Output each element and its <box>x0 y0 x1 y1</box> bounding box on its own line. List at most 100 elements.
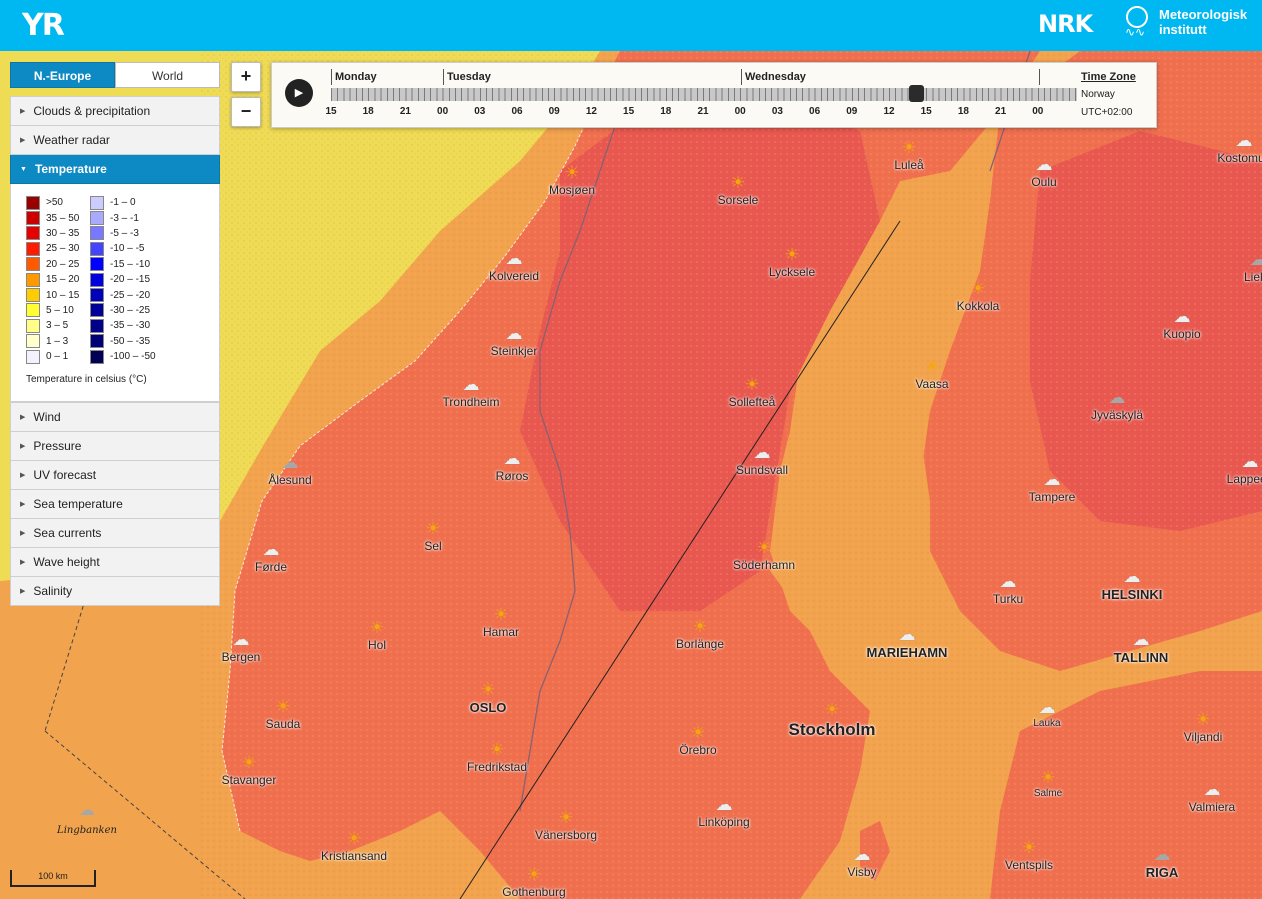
menu-item-weather-radar[interactable]: ▶ Weather radar <box>10 126 220 155</box>
place-marker[interactable]: ☀ Stockholm <box>789 700 876 740</box>
place-marker[interactable]: ☀ Hol <box>368 618 386 652</box>
place-marker[interactable]: ☀ Gothenburg <box>502 865 565 899</box>
tab-n-europe[interactable]: N.-Europe <box>10 62 115 88</box>
place-marker[interactable]: ☀ Sauda <box>266 697 301 731</box>
temperature-legend: >50 35 – 50 30 – 35 25 – 30 20 – 25 15 – 20 10… <box>10 184 220 402</box>
place-marker[interactable]: ☁ Førde <box>255 540 287 574</box>
legend-row: 3 – 5 <box>26 318 79 333</box>
chevron-right-icon: ▶ <box>20 558 26 566</box>
yr-logo[interactable]: YR <box>22 8 65 43</box>
place-marker[interactable]: ☁ Valmiera <box>1189 780 1235 814</box>
place-marker[interactable]: ☁ Sundsvall <box>736 443 788 477</box>
nrk-logo[interactable]: NRK <box>1038 10 1093 38</box>
menu-item-sea-currents[interactable]: ▶ Sea currents <box>10 519 220 548</box>
place-marker[interactable]: ☁ Kolvereid <box>489 249 539 283</box>
place-name: Vänersborg <box>534 828 598 842</box>
place-marker[interactable]: ☀ Stavanger <box>222 753 277 787</box>
place-marker[interactable]: ☁ HELSINKI <box>1102 567 1163 602</box>
place-marker[interactable]: ☀ Borlänge <box>676 617 724 651</box>
place-marker[interactable]: ☁ TALLINN <box>1114 630 1169 665</box>
place-marker[interactable]: ☀ Fredrikstad <box>467 740 527 774</box>
place-name: Sollefteå <box>728 395 776 409</box>
place-marker[interactable]: ☀ Örebro <box>679 723 716 757</box>
menu-item-clouds[interactable]: ▶ Clouds & precipitation <box>10 96 220 126</box>
play-button[interactable]: ▶ <box>285 79 313 107</box>
legend-row: -100 – -50 <box>90 349 156 364</box>
sun-icon: ☀ <box>275 697 291 716</box>
hour-label: 18 <box>660 106 672 117</box>
region-tabs: N.-Europe World <box>10 62 220 88</box>
time-slider-handle[interactable] <box>909 85 924 102</box>
time-slider-track[interactable] <box>331 88 1077 101</box>
met-institute-logo[interactable]: Meteorologisk institutt <box>1159 7 1247 37</box>
place-marker[interactable]: ☀ OSLO <box>470 680 507 715</box>
place-marker[interactable]: ☀ Vänersborg <box>535 808 597 842</box>
place-marker[interactable]: ☀ Ventspils <box>1005 838 1053 872</box>
legend-label: 35 – 50 <box>46 212 80 224</box>
place-marker[interactable]: ☀ Kristiansand <box>321 829 387 863</box>
menu-item-temperature[interactable]: ▼ Temperature <box>10 155 220 184</box>
zoom-in-button[interactable]: + <box>231 62 261 92</box>
place-marker[interactable]: ☁ Turku <box>993 572 1023 606</box>
menu-item-uv-forecast[interactable]: ▶ UV forecast <box>10 461 220 490</box>
place-name: Lauka <box>1033 718 1061 729</box>
place-marker[interactable]: ☁ Linköping <box>698 795 749 829</box>
place-marker[interactable]: ☁ Røros <box>496 449 529 483</box>
place-marker[interactable]: ☀ Sollefteå <box>729 375 776 409</box>
legend-row: -25 – -20 <box>90 287 156 303</box>
dark-cloud-icon: ☁ <box>1249 250 1262 269</box>
menu-item-wave-height[interactable]: ▶ Wave height <box>10 548 220 577</box>
hour-label: 21 <box>399 106 411 117</box>
place-marker[interactable]: ☁ Trondheim <box>443 375 500 409</box>
menu-item-pressure[interactable]: ▶ Pressure <box>10 432 220 461</box>
legend-label: -5 – -3 <box>110 227 139 239</box>
legend-label: -1 – 0 <box>110 197 136 209</box>
legend-swatch <box>26 288 40 303</box>
place-marker[interactable]: ☁Lieks <box>1244 250 1262 284</box>
place-name: Sauda <box>265 717 301 731</box>
sun-icon: ☀ <box>346 829 362 848</box>
place-marker[interactable]: ☀ Mosjøen <box>549 163 595 197</box>
place-marker[interactable]: ☁ MARIEHAMN <box>867 625 948 660</box>
place-marker[interactable]: ☁ RIGA <box>1146 845 1179 880</box>
day-label-monday: Monday <box>335 71 377 83</box>
place-marker[interactable]: ☀ Sel <box>424 519 441 553</box>
menu-item-wind[interactable]: ▶ Wind <box>10 402 220 432</box>
place-marker[interactable]: ☁Kostomuk <box>1217 131 1262 165</box>
place-marker[interactable]: ☁ Lauka <box>1033 698 1060 729</box>
place-marker[interactable]: ☁ Oulu <box>1031 155 1056 189</box>
place-marker[interactable]: ☀ Salme <box>1034 768 1062 799</box>
place-marker[interactable]: ☀ Söderhamn <box>733 538 795 572</box>
place-marker[interactable]: ☀ Hamar <box>483 605 519 639</box>
place-marker[interactable]: ☁ Steinkjer <box>491 324 538 358</box>
cloud-icon: ☁ <box>505 324 523 343</box>
hour-label: 21 <box>697 106 709 117</box>
place-marker[interactable]: ☀ Sorsele <box>718 173 759 207</box>
place-name: Ålesund <box>268 473 312 487</box>
place-marker[interactable]: ☀ Luleå <box>894 138 923 172</box>
place-marker[interactable]: ☁ Bergen <box>222 630 261 664</box>
timezone-link[interactable]: Time Zone <box>1081 71 1136 83</box>
header-bar: YR NRK ∿∿ Meteorologisk institutt <box>0 0 1262 51</box>
place-marker[interactable]: ☁ Tampere <box>1029 470 1076 504</box>
legend-swatch <box>90 288 104 303</box>
legend-row: 35 – 50 <box>26 210 80 226</box>
menu-item-salinity[interactable]: ▶ Salinity <box>10 577 220 606</box>
tab-world[interactable]: World <box>115 62 220 88</box>
place-marker[interactable]: ☁Lappeen <box>1227 452 1262 486</box>
place-name: Oulu <box>1031 175 1057 189</box>
place-lingbanken[interactable]: ☁ Lingbanken <box>57 800 117 838</box>
place-marker[interactable]: ☀ Vaasa <box>915 357 948 391</box>
place-name: Bergen <box>221 650 261 664</box>
place-marker[interactable]: ☁ Kuopio <box>1163 307 1200 341</box>
menu-item-sea-temperature[interactable]: ▶ Sea temperature <box>10 490 220 519</box>
place-marker[interactable]: ☀ Lycksele <box>769 245 815 279</box>
place-marker[interactable]: ☀ Kokkola <box>957 279 1000 313</box>
place-marker[interactable]: ☀ Viljandi <box>1184 710 1222 744</box>
place-marker[interactable]: ☁ Visby <box>847 845 876 879</box>
place-marker[interactable]: ☁ Jyväskylä <box>1091 388 1143 422</box>
sun-icon: ☀ <box>1040 768 1056 787</box>
place-marker[interactable]: ☁ Ålesund <box>268 453 311 487</box>
legend-row: -30 – -25 <box>90 303 156 318</box>
zoom-out-button[interactable]: − <box>231 97 261 127</box>
